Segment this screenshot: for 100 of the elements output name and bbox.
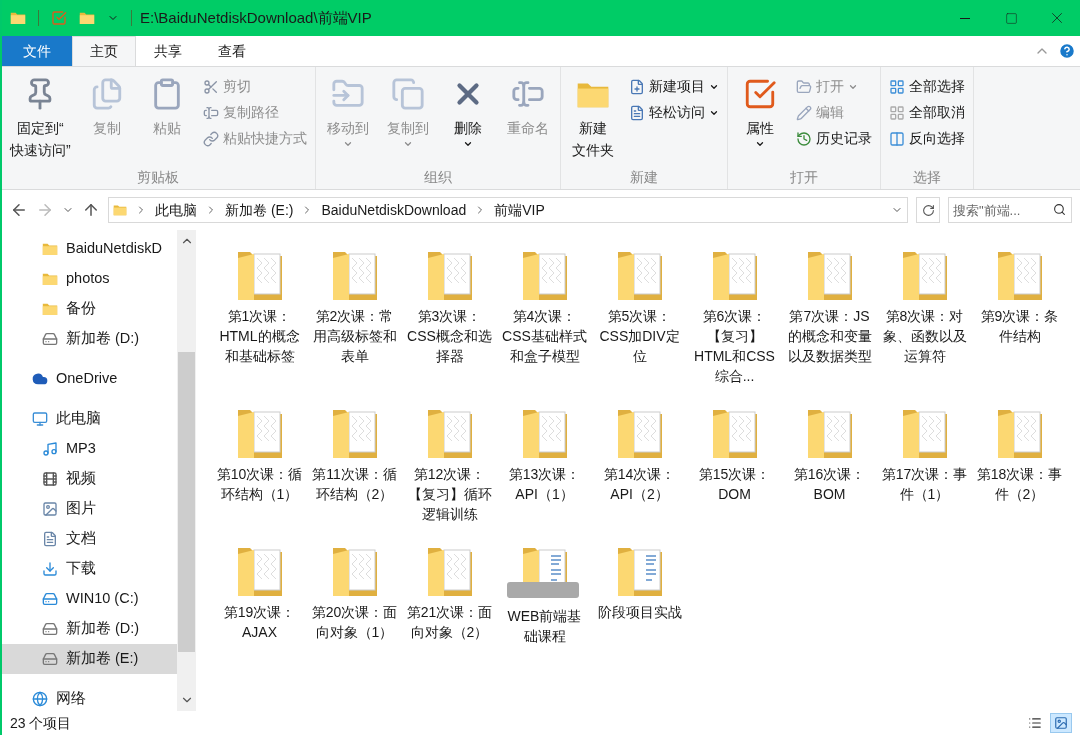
folder-label[interactable]: 第12次课：【复习】循环逻辑训练 (406, 464, 493, 524)
breadcrumb[interactable]: 此电脑 (155, 199, 197, 221)
ribbon-tab[interactable]: 共享 (136, 36, 200, 66)
folder-label[interactable]: 第2次课：常用高级标签和表单 (311, 306, 398, 366)
search-icon[interactable] (1053, 203, 1066, 216)
back-icon[interactable] (10, 201, 28, 219)
checkmark-page-icon[interactable] (51, 10, 67, 26)
folder-label[interactable]: 第10次课：循环结构（1） (216, 464, 303, 504)
folder-icon (113, 204, 127, 216)
folder-label[interactable]: 第5次课：CSS加DIV定位 (596, 306, 683, 366)
breadcrumb[interactable]: 前端VIP (494, 199, 545, 221)
list-icon (1028, 716, 1042, 730)
ribbon-button[interactable]: 全部选择 (884, 75, 969, 98)
folder-label[interactable]: 第3次课：CSS概念和选择器 (406, 306, 493, 366)
copy-pages-icon (390, 77, 425, 111)
nav-item[interactable]: 下载 (2, 554, 177, 584)
ribbon-button[interactable]: 历史记录 (791, 127, 876, 150)
nav-item[interactable]: 新加卷 (D:) (2, 614, 177, 644)
ribbon-button[interactable]: 反向选择 (884, 127, 969, 150)
download-icon (42, 561, 58, 577)
nav-item[interactable]: 图片 (2, 494, 177, 524)
scrollbar[interactable] (177, 230, 196, 711)
maximize-icon (1004, 11, 1018, 25)
file-tab[interactable]: 文件 (2, 36, 72, 66)
ribbon-button[interactable]: 属性 (731, 71, 788, 167)
folder-label[interactable]: 第4次课：CSS基础样式和盒子模型 (501, 306, 588, 366)
breadcrumb[interactable]: 新加卷 (E:) (225, 199, 294, 221)
folder-label[interactable]: 第7次课：JS的概念和变量以及数据类型 (786, 306, 873, 366)
large-icons-view-button[interactable] (1050, 713, 1072, 733)
ribbon-button[interactable]: 固定到“ 快速访问” (6, 71, 75, 167)
shortcut-icon (202, 130, 219, 147)
drive-icon (42, 331, 58, 347)
folder-label[interactable]: 第20次课：面向对象（1） (311, 602, 398, 642)
nav-item[interactable]: photos (2, 264, 177, 294)
address-bar[interactable]: 此电脑 新加卷 (E:) BaiduNetdiskDownload 前端VIP (108, 197, 908, 223)
nav-item[interactable]: BaiduNetdiskD (2, 234, 177, 264)
help-icon[interactable] (1058, 42, 1076, 60)
ribbon-tab[interactable]: 主页 (72, 36, 136, 66)
nav-item[interactable]: OneDrive (2, 364, 177, 394)
refresh-icon (921, 203, 935, 217)
folder-label[interactable]: 第9次课：条件结构 (976, 306, 1063, 346)
folder-label[interactable]: WEB前端基础课程 (501, 606, 588, 646)
open-icon (795, 78, 812, 95)
scissors-icon (202, 78, 219, 95)
folder-icon (10, 11, 26, 25)
ribbon-button[interactable]: 新建项目 (624, 75, 723, 98)
folder-label[interactable]: 第16次课：BOM (786, 464, 873, 504)
folder-label[interactable]: 第17次课：事件（1） (881, 464, 968, 504)
folder-label[interactable]: 第13次课：API（1） (501, 464, 588, 504)
grid-icon (888, 104, 905, 121)
nav-item[interactable]: MP3 (2, 434, 177, 464)
folder-icon (42, 242, 58, 256)
pencil-icon (795, 104, 812, 121)
nav-item[interactable]: 新加卷 (D:) (2, 324, 177, 354)
folder-label[interactable]: 第18次课：事件（2） (976, 464, 1063, 504)
up-icon[interactable] (82, 201, 100, 219)
ribbon-button[interactable]: 删除 (439, 71, 496, 167)
breadcrumb[interactable]: BaiduNetdiskDownload (321, 199, 467, 221)
nav-item[interactable]: 此电脑 (2, 404, 177, 434)
nav-item[interactable]: 备份 (2, 294, 177, 324)
nav-item[interactable]: 新加卷 (E:) (2, 644, 177, 674)
folder-label[interactable]: 第6次课：【复习】HTML和CSS综合... (691, 306, 778, 386)
folder-label[interactable]: 第8次课：对象、函数以及运算符 (881, 306, 968, 366)
grid-icon (888, 78, 905, 95)
folder-label[interactable]: 第21次课：面向对象（2） (406, 602, 493, 642)
folder-label[interactable]: 第15次课：DOM (691, 464, 778, 504)
forward-icon[interactable] (36, 201, 54, 219)
drive-icon (42, 621, 58, 637)
ribbon-button[interactable]: 轻松访问 (624, 101, 723, 124)
folder-label[interactable]: 阶段项目实战 (596, 602, 683, 622)
nav-item[interactable]: 网络 (2, 684, 177, 711)
group-label: 剪贴板 (136, 168, 181, 187)
folder-icon[interactable] (79, 11, 95, 25)
ribbon-button[interactable]: 全部取消 (884, 101, 969, 124)
nav-item[interactable]: 视频 (2, 464, 177, 494)
computer-icon (32, 411, 48, 427)
folder-label[interactable]: 第14次课：API（2） (596, 464, 683, 504)
nav-item[interactable]: 文档 (2, 524, 177, 554)
nav-item[interactable]: WIN10 (C:) (2, 584, 177, 614)
folder-label[interactable]: 第1次课：HTML的概念和基础标签 (216, 306, 303, 366)
page-icon (628, 104, 645, 121)
folder-label[interactable]: 第19次课：AJAX (216, 602, 303, 642)
scrollbar-thumb[interactable] (178, 352, 195, 652)
document-icon (42, 531, 58, 547)
search-field[interactable]: 搜索"前端... (948, 197, 1072, 223)
ribbon-tab[interactable]: 查看 (200, 36, 264, 66)
refresh-button[interactable] (916, 197, 940, 223)
drive-icon (42, 591, 58, 607)
history-icon (795, 130, 812, 147)
folder-label[interactable]: 第11次课：循环结构（2） (311, 464, 398, 504)
globe-icon (32, 691, 48, 707)
cloud-icon (32, 371, 48, 387)
group-label: 选择 (911, 168, 942, 187)
film-icon (42, 471, 58, 487)
music-note-icon (42, 441, 58, 457)
item-count: 23 个项目 (10, 713, 72, 733)
folder-icon (42, 272, 58, 286)
group-label: 新建 (628, 168, 659, 187)
ribbon-button[interactable]: 新建 文件夹 (564, 71, 621, 167)
group-label: 打开 (788, 168, 819, 187)
